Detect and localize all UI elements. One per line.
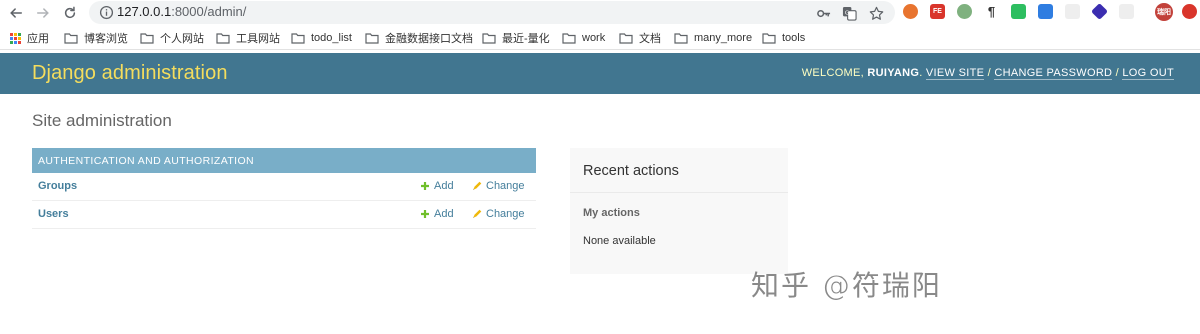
folder-icon	[216, 32, 230, 44]
model-row-groups: Groups Add Change	[32, 173, 536, 201]
site-brand[interactable]: Django administration	[32, 62, 228, 85]
folder-icon	[64, 32, 78, 44]
add-groups-link[interactable]: Add	[420, 180, 454, 192]
address-bar[interactable]: 127.0.0.1:8000/admin/ G	[89, 1, 895, 24]
reload-button[interactable]	[60, 3, 80, 23]
bookmark-folder[interactable]: todo_list	[291, 30, 352, 46]
key-icon[interactable]	[815, 5, 831, 21]
bookmark-label: 博客浏览	[84, 33, 128, 45]
url-path: :8000/admin/	[171, 4, 247, 19]
reload-icon	[64, 6, 76, 19]
pencil-icon	[473, 209, 482, 218]
bookmark-apps[interactable]: 应用	[10, 30, 49, 46]
recent-actions-title: Recent actions	[583, 163, 679, 179]
my-actions-heading: My actions	[583, 207, 640, 219]
orange-extension-icon[interactable]	[903, 4, 918, 19]
url-text[interactable]: 127.0.0.1:8000/admin/	[117, 4, 246, 19]
folder-icon	[140, 32, 154, 44]
separator: /	[987, 67, 991, 79]
bookmark-label: work	[582, 32, 606, 44]
star-icon[interactable]	[868, 5, 884, 21]
log-out-link[interactable]: LOG OUT	[1122, 67, 1174, 80]
info-icon[interactable]	[99, 5, 114, 20]
page-title: Site administration	[32, 111, 172, 130]
back-button[interactable]	[6, 3, 26, 23]
change-password-link[interactable]: CHANGE PASSWORD	[994, 67, 1113, 80]
username: RUIYANG	[867, 67, 920, 79]
svg-text:G: G	[844, 10, 848, 16]
change-groups-link[interactable]: Change	[472, 180, 525, 192]
bookmarks-bar: 应用 博客浏览 个人网站 工具网站 todo_list 金融数据接口文档 最近-…	[0, 26, 1200, 50]
change-label: Change	[486, 208, 525, 220]
bookmark-folder[interactable]: 文档	[619, 30, 661, 46]
plus-icon	[421, 182, 429, 190]
bookmark-folder[interactable]: 金融数据接口文档	[365, 30, 473, 46]
bookmark-folder[interactable]: many_more	[674, 30, 752, 46]
profile-avatar[interactable]: 瑞阳	[1155, 3, 1173, 21]
folder-icon	[482, 32, 496, 44]
forward-button[interactable]	[33, 3, 53, 23]
change-users-link[interactable]: Change	[472, 208, 525, 220]
folder-icon	[562, 32, 576, 44]
bookmark-folder[interactable]: work	[562, 30, 605, 46]
bookmark-label: todo_list	[311, 32, 352, 44]
bookmark-folder[interactable]: 最近-量化	[482, 30, 550, 46]
watermark: 知乎 @符瑞阳	[751, 269, 942, 302]
bookmark-label: 应用	[27, 33, 49, 45]
none-available-text: None available	[583, 235, 656, 247]
folder-icon	[619, 32, 633, 44]
model-link-users[interactable]: Users	[38, 208, 69, 220]
folder-icon	[365, 32, 379, 44]
add-label: Add	[434, 180, 454, 192]
clock-extension-icon[interactable]	[1065, 4, 1080, 19]
folder-icon	[291, 32, 305, 44]
arrow-left-icon	[10, 8, 22, 18]
admin-header: Django administration WELCOME, RUIYANG. …	[0, 53, 1200, 94]
green-circle-extension-icon[interactable]	[957, 4, 972, 19]
change-label: Change	[486, 180, 525, 192]
divider	[570, 192, 788, 193]
bookmark-folder[interactable]: tools	[762, 30, 805, 46]
paragraph-extension-icon[interactable]: ¶	[984, 4, 999, 19]
separator: /	[1115, 67, 1120, 79]
bookmark-label: 金融数据接口文档	[385, 33, 473, 45]
bookmark-label: 个人网站	[160, 33, 204, 45]
user-tools: WELCOME, RUIYANG. VIEW SITE / CHANGE PAS…	[801, 67, 1174, 80]
bookmark-folder[interactable]: 工具网站	[216, 30, 280, 46]
recent-actions-panel: Recent actions My actions None available	[570, 148, 788, 274]
url-host: 127.0.0.1	[117, 4, 172, 19]
add-label: Add	[434, 208, 454, 220]
download-extension-icon[interactable]	[1038, 4, 1053, 19]
app-caption-link[interactable]: AUTHENTICATION AND AUTHORIZATION	[32, 148, 536, 173]
model-link-groups[interactable]: Groups	[38, 180, 77, 192]
app-module-auth: AUTHENTICATION AND AUTHORIZATION Groups …	[32, 148, 536, 229]
model-row-users: Users Add Change	[32, 201, 536, 229]
view-site-link[interactable]: VIEW SITE	[925, 67, 985, 80]
apps-grid-icon	[10, 32, 21, 44]
arrow-right-icon	[37, 8, 49, 18]
red-up-extension-icon[interactable]	[1182, 4, 1197, 19]
bookmark-folder[interactable]: 个人网站	[140, 30, 204, 46]
bookmark-label: 文档	[639, 33, 661, 45]
blank-extension-icon[interactable]	[1119, 4, 1134, 19]
folder-icon	[674, 32, 688, 44]
pencil-icon	[473, 181, 482, 190]
evernote-extension-icon[interactable]	[1011, 4, 1026, 19]
fe-extension-icon[interactable]: FE	[930, 4, 945, 19]
bookmark-folder[interactable]: 博客浏览	[64, 30, 128, 46]
folder-icon	[762, 32, 776, 44]
browser-toolbar: 127.0.0.1:8000/admin/ G FE ¶ 瑞阳	[0, 0, 1200, 26]
bookmark-label: many_more	[694, 32, 753, 44]
bookmark-label: tools	[782, 32, 806, 44]
bookmark-label: 工具网站	[236, 33, 280, 45]
diamond-extension-icon[interactable]	[1091, 3, 1108, 20]
bookmark-label: 最近-量化	[502, 33, 550, 45]
welcome-text: WELCOME,	[801, 67, 865, 79]
add-users-link[interactable]: Add	[420, 208, 454, 220]
translate-icon[interactable]: G	[841, 5, 857, 21]
plus-icon	[421, 210, 429, 218]
